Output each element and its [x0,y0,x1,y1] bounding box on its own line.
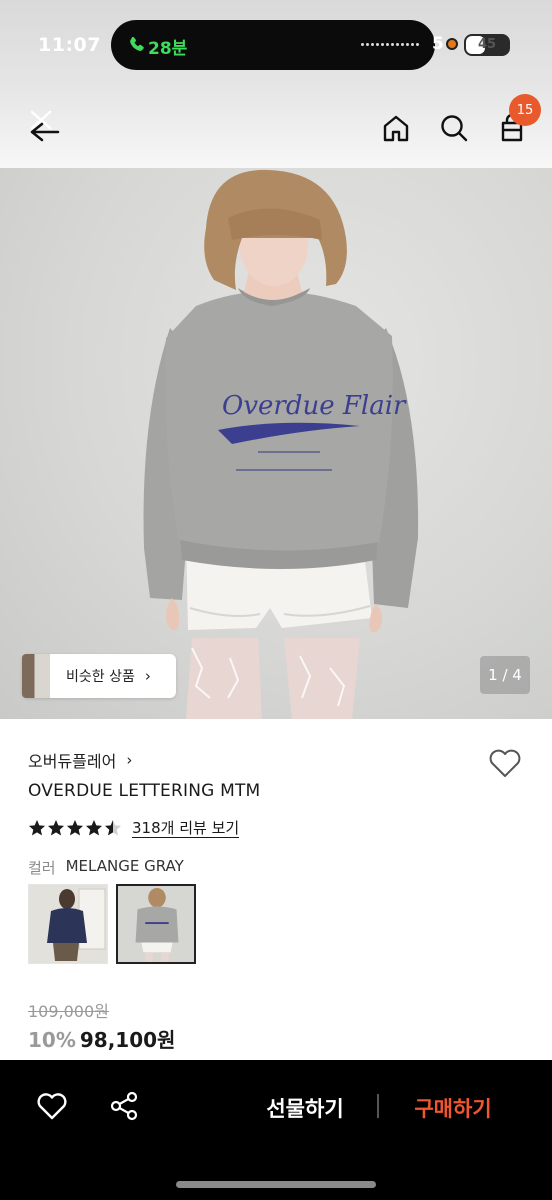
color-swatch-melange-gray[interactable] [116,884,196,964]
heart-icon [37,1093,67,1120]
chevron-right-icon: › [144,667,151,685]
star-icon [29,820,45,836]
color-swatch-navy[interactable] [28,884,108,964]
status-bar: 11:07 28분 5 45 [0,0,552,90]
similar-products-button[interactable]: 비슷한 상품 › [22,654,176,698]
buy-button[interactable]: 구매하기 [398,1090,508,1126]
sweatshirt-print-text: Overdue Flair [222,391,407,421]
swatch-image [29,885,107,963]
home-button[interactable] [376,108,416,148]
search-button[interactable] [434,108,474,148]
star-icon [48,820,64,836]
notification-dot-icon [446,38,458,50]
product-title: OVERDUE LETTERING MTM [28,781,261,801]
chevron-right-icon: › [126,751,133,769]
similar-products-thumbnail [22,654,50,698]
product-image-carousel[interactable]: Overdue Flair 비슷한 상품 › 1 / 4 [0,168,552,719]
price-row: 10% 98,100원 [28,1024,175,1053]
similar-products-label: 비슷한 상품 [66,669,135,685]
selected-color: MELANGE GRAY [65,857,184,875]
cart-count-badge: 15 [509,94,541,126]
dynamic-island[interactable]: 28분 [111,20,435,70]
bottom-action-bar: 선물하기 구매하기 [0,1060,552,1200]
search-icon [441,115,468,142]
heart-icon [489,749,521,777]
audio-waveform-icon [361,43,419,47]
swatch-image [118,886,194,962]
star-rating [28,819,122,837]
top-nav-bar [0,90,552,168]
image-counter: 1 / 4 [480,656,530,694]
back-arrow-icon [30,110,60,142]
share-icon [110,1091,138,1121]
home-indicator[interactable] [176,1181,376,1188]
share-button[interactable] [106,1088,142,1124]
bottom-wishlist-button[interactable] [34,1088,70,1124]
sale-price: 98,100원 [79,1028,176,1052]
gift-button[interactable]: 선물하기 [250,1090,360,1126]
call-duration: 28분 [148,39,188,59]
wishlist-button[interactable] [486,744,524,782]
back-button[interactable] [22,108,62,148]
discount-rate: 10% [28,1028,76,1052]
star-icon [105,820,121,836]
star-icon [67,820,83,836]
home-icon [383,115,409,142]
status-time: 11:07 [38,34,101,56]
star-icon [86,820,102,836]
divider [377,1094,379,1118]
color-label: 컬러 [28,859,56,877]
rating-row: 318개 리뷰 보기 [28,816,240,840]
original-price: 109,000원 [28,1002,109,1021]
reviews-link[interactable]: 318개 리뷰 보기 [132,819,240,838]
color-option-label: 컬러 MELANGE GRAY [28,857,184,878]
battery-level: 45 [477,37,497,52]
battery-icon: 45 [464,34,510,56]
brand-name: 오버듀플레어 [28,752,117,771]
product-photo: Overdue Flair [143,169,419,719]
brand-link[interactable]: 오버듀플레어 › [28,748,132,772]
phone-icon [130,36,144,51]
signal-indicator: 5 [432,34,444,54]
